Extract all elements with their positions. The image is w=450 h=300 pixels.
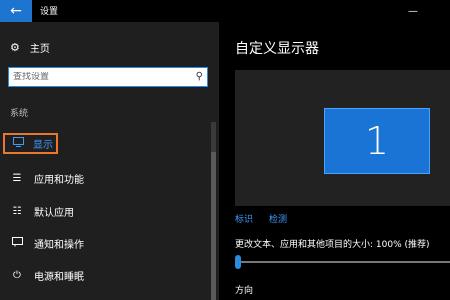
detect-link[interactable]: 检测 [269,212,287,225]
monitor-icon [11,137,25,150]
identify-link[interactable]: 标识 [235,212,253,225]
minimize-icon: — [408,5,418,17]
notification-icon [10,236,24,250]
sidebar-item-label: 显示 [33,140,53,151]
scale-slider-track[interactable] [237,261,450,263]
scale-label: 更改文本、应用和其他项目的大小: 100% (推荐) [235,240,430,250]
sidebar-item-label: 电源和睡眠 [34,271,84,283]
search-box[interactable]: ⚲ [8,67,208,87]
title-bar: ← 设置 — [0,0,450,22]
monitor-tile[interactable]: 1 [324,108,430,174]
apps-list-icon: ☰ [12,172,22,184]
sidebar-item-display[interactable]: 显示 [3,133,58,154]
sidebar-item-power-sleep[interactable]: ⏻ 电源和睡眠 [10,267,84,283]
sidebar-item-label: 通知和操作 [34,239,84,251]
page-title: 自定义显示器 [235,41,319,57]
window-title: 设置 [40,7,59,17]
sidebar-item-label: 主页 [29,43,50,55]
section-label-system: 系统 [10,109,29,119]
power-icon: ⏻ [13,269,21,281]
sidebar-item-home[interactable]: ⚙ 主页 [10,39,50,55]
sidebar-item-label: 默认应用 [34,207,74,219]
scrollbar-thumb[interactable] [211,152,216,300]
sidebar-item-notifications[interactable]: 通知和操作 [10,235,84,251]
sidebar-item-label: 应用和功能 [34,174,84,186]
sidebar: ⚙ 主页 ⚲ 系统 显示 ☰ 应用和功能 ☷ 默认应用 通知和操作 ⏻ 电源和睡… [0,22,219,300]
sidebar-scrollbar[interactable] [211,122,216,300]
sidebar-item-apps-features[interactable]: ☰ 应用和功能 [10,170,84,186]
gear-icon: ⚙ [10,40,20,54]
display-preview: 1 [235,70,450,206]
back-arrow-icon: ← [10,3,22,19]
main-content: 自定义显示器 1 标识 检测 更改文本、应用和其他项目的大小: 100% (推荐… [219,22,450,300]
sidebar-item-default-apps[interactable]: ☷ 默认应用 [10,203,74,219]
search-icon[interactable]: ⚲ [196,71,203,82]
orientation-label: 方向 [235,286,254,296]
back-button[interactable]: ← [0,0,32,22]
default-apps-icon: ☷ [12,205,22,217]
scale-slider-thumb[interactable] [235,255,241,269]
minimize-button[interactable]: — [398,0,428,22]
search-input[interactable] [9,72,183,82]
monitor-number: 1 [364,119,390,163]
